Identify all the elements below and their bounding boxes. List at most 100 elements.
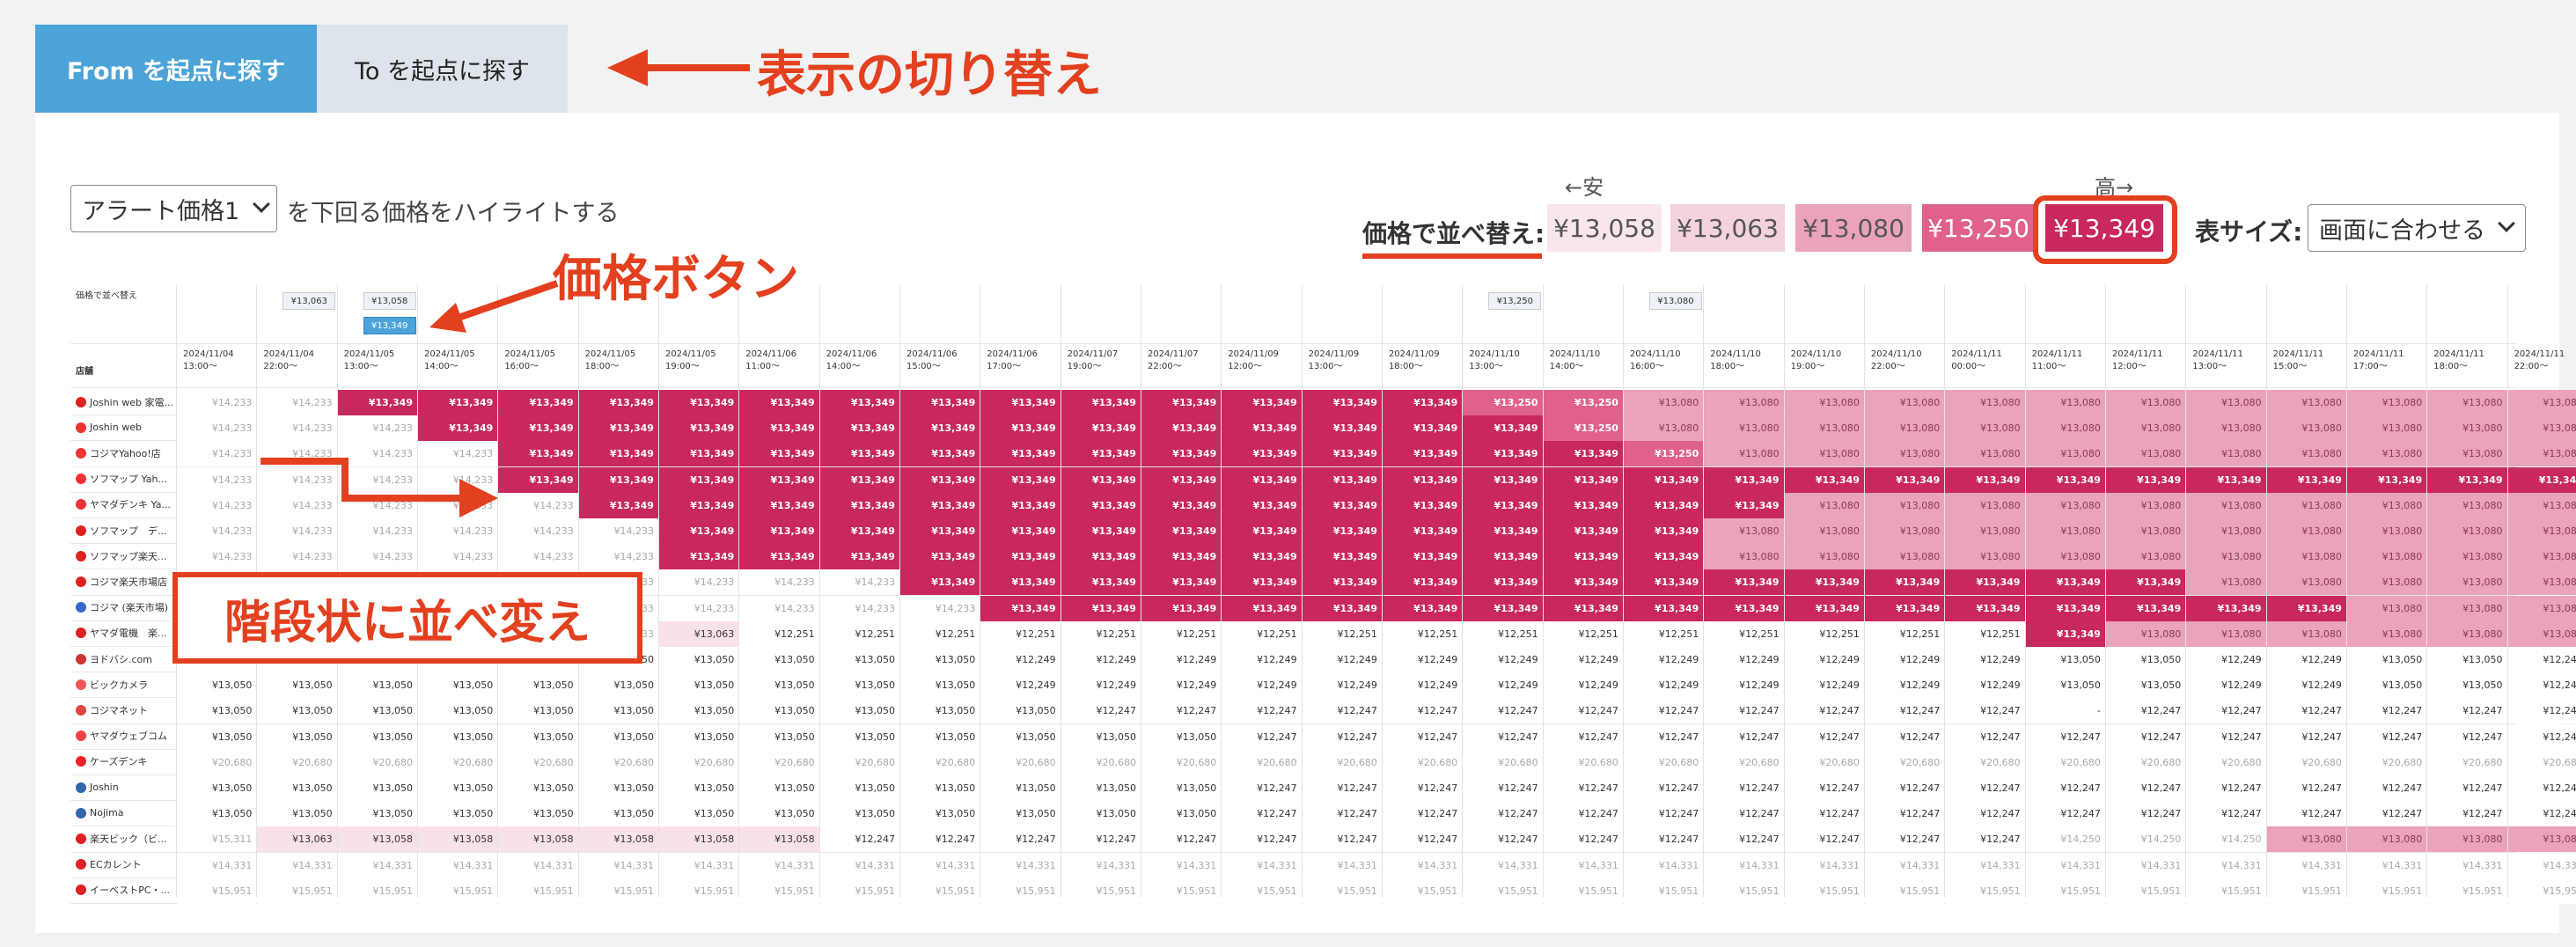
price-cell: ¥13,080 [2025, 415, 2105, 442]
price-cell: ¥12,247 [1623, 801, 1704, 827]
table-size-select[interactable]: 画面に合わせる [2308, 204, 2526, 252]
store-name[interactable]: ソフマップ楽天... [76, 543, 174, 569]
price-cell: ¥13,050 [1141, 775, 1222, 801]
price-cell: ¥14,250 [2186, 826, 2266, 853]
price-cell: ¥13,349 [1623, 569, 1704, 596]
price-cell: ¥13,349 [1704, 595, 1784, 621]
store-name[interactable]: ソフマップ Yah... [76, 466, 174, 492]
store-name[interactable]: Joshin [76, 774, 174, 800]
price-cell: ¥15,951 [337, 877, 417, 904]
price-cell: ¥14,233 [177, 518, 257, 544]
store-name[interactable]: ビックカメラ [76, 672, 174, 697]
header-price-button[interactable]: ¥13,058 [363, 292, 416, 310]
price-cell: ¥20,680 [1945, 749, 2025, 775]
sort-price-button[interactable]: ¥13,250 [1922, 204, 2035, 252]
price-cell: ¥12,251 [1543, 620, 1623, 647]
price-cell: ¥13,080 [2346, 826, 2427, 853]
price-cell: ¥20,680 [2105, 749, 2186, 775]
price-cell: ¥14,233 [177, 544, 257, 570]
store-name[interactable]: Joshin web [76, 415, 174, 440]
price-cell: ¥13,050 [2105, 647, 2186, 672]
price-cell: ¥13,050 [1060, 723, 1141, 750]
price-cell: ¥15,951 [2266, 877, 2346, 904]
header-price-button[interactable]: ¥13,250 [1488, 292, 1542, 310]
price-cell: ¥13,050 [177, 672, 257, 699]
store-name[interactable]: コジマ (楽天市場) [76, 595, 174, 620]
price-cell: ¥13,080 [2186, 544, 2266, 570]
header-price-button[interactable]: ¥13,349 [363, 317, 416, 334]
price-cell: ¥15,951 [899, 877, 980, 904]
tab-to[interactable]: To を起点に探す [317, 25, 568, 113]
store-name[interactable]: Joshin web 家電... [76, 389, 174, 415]
price-cell: ¥13,063 [658, 620, 739, 647]
price-cell: ¥13,349 [1463, 492, 1543, 518]
price-cell: ¥12,247 [1543, 801, 1623, 827]
header-price-button[interactable]: ¥13,063 [283, 292, 336, 310]
price-cell: ¥13,349 [1382, 492, 1463, 518]
price-cell: ¥13,050 [417, 801, 498, 827]
price-cell: ¥13,349 [739, 466, 819, 493]
price-cell: ¥13,050 [658, 775, 739, 801]
price-cell: ¥13,349 [899, 466, 980, 493]
price-cell: ¥12,247 [2266, 723, 2346, 750]
price-cell: ¥12,247 [1864, 801, 1945, 827]
price-cell: ¥12,247 [1623, 826, 1704, 853]
price-cell: ¥13,349 [819, 466, 899, 493]
price-cell: ¥12,247 [1784, 801, 1864, 827]
store-name[interactable]: Nojima [76, 800, 174, 826]
header-price-button[interactable]: ¥13,080 [1648, 292, 1702, 310]
alert-price-select[interactable]: アラート価格1 [70, 185, 277, 232]
sort-price-button[interactable]: ¥13,063 [1670, 204, 1785, 252]
column-header: 2024/11/05 16:00〜 [504, 349, 555, 371]
price-cell: ¥14,331 [2186, 852, 2266, 878]
price-cell: ¥13,349 [1060, 569, 1141, 596]
price-cell: ¥13,349 [658, 492, 739, 518]
price-cell: ¥13,050 [417, 672, 498, 699]
store-name[interactable]: コジマ楽天市場店 [76, 569, 174, 594]
price-cell: ¥13,080 [1864, 492, 1945, 518]
column-header: 2024/11/11 00:00〜 [1951, 349, 2002, 371]
store-name[interactable]: 楽天ビック（ビ... [76, 826, 174, 851]
store-logo-icon [76, 859, 86, 870]
price-cell: ¥12,247 [1784, 826, 1864, 853]
price-cell: ¥20,680 [899, 749, 980, 775]
store-logo-icon [76, 628, 86, 639]
price-cell: ¥12,247 [1382, 698, 1463, 724]
price-cell: ¥13,080 [2507, 569, 2576, 596]
price-cell: ¥13,349 [498, 415, 578, 442]
price-cell: ¥13,349 [1222, 518, 1302, 544]
price-cell: ¥13,349 [1382, 569, 1463, 596]
store-name[interactable]: コジマYahoo!店 [76, 440, 174, 466]
price-cell: ¥13,080 [1864, 518, 1945, 544]
store-name[interactable]: コジマネット [76, 697, 174, 723]
store-label: ソフマップ楽天... [90, 550, 167, 562]
store-name[interactable]: ケーズデンキ [76, 749, 174, 774]
store-label: 楽天ビック（ビ... [90, 833, 167, 845]
store-name[interactable]: ヤマダデンキ Ya... [76, 492, 174, 518]
store-name[interactable]: ヨドバシ.com [76, 646, 174, 672]
price-cell: ¥13,349 [1222, 569, 1302, 596]
store-name[interactable]: イーベストPC・... [76, 877, 174, 903]
price-cell: ¥13,080 [1945, 492, 2025, 518]
sort-price-button[interactable]: ¥13,080 [1795, 204, 1912, 252]
price-cell: ¥14,250 [2025, 826, 2105, 853]
price-cell: ¥13,349 [1382, 595, 1463, 621]
column-header: 2024/11/10 16:00〜 [1629, 349, 1681, 371]
store-name[interactable]: ヤマダ電機 楽... [76, 620, 174, 646]
store-logo-icon [76, 499, 86, 510]
price-cell: ¥13,050 [257, 775, 337, 801]
price-cell: ¥13,349 [1222, 441, 1302, 467]
store-name[interactable]: ヤマダウェブコム [76, 723, 174, 749]
price-cell: ¥20,680 [1302, 749, 1382, 775]
tab-from[interactable]: From を起点に探す [35, 25, 317, 113]
column-header: 2024/11/10 18:00〜 [1710, 349, 1761, 371]
price-cell: ¥14,331 [899, 852, 980, 878]
store-name[interactable]: ECカレント [76, 852, 174, 877]
price-cell: ¥13,349 [2025, 466, 2105, 493]
annotation-arrow [429, 280, 559, 333]
price-cell: ¥20,680 [1222, 749, 1302, 775]
column-header: 2024/11/09 18:00〜 [1388, 349, 1440, 371]
price-cell: ¥13,050 [337, 723, 417, 750]
sort-price-button[interactable]: ¥13,058 [1547, 204, 1662, 252]
store-name[interactable]: ソフマップ デ... [76, 518, 174, 543]
